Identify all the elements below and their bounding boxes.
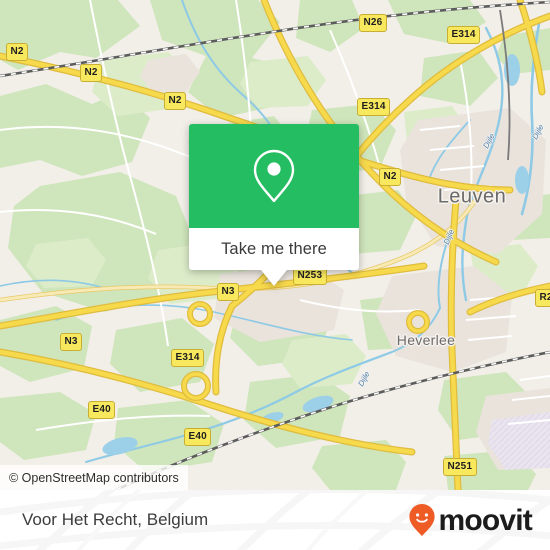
- moovit-smiley-pin-icon: [409, 504, 436, 536]
- road-shield-n2: N2: [164, 92, 187, 110]
- road-shield-n2: N2: [80, 64, 103, 82]
- road-shield-e40: E40: [88, 401, 116, 419]
- callout-pointer: [261, 270, 287, 286]
- map-place-leuven: Leuven: [437, 185, 507, 208]
- road-shield-e314: E314: [447, 26, 481, 44]
- moovit-logo[interactable]: moovit: [408, 503, 533, 537]
- take-me-there-label: Take me there: [221, 239, 327, 258]
- location-callout-card[interactable]: Take me there: [189, 124, 359, 286]
- map-canvas[interactable]: Leuven Heverlee Dijle Dijle Dijle Dijle …: [0, 0, 550, 490]
- screenshot-root: Leuven Heverlee Dijle Dijle Dijle Dijle …: [0, 0, 550, 550]
- road-shield-n3: N3: [60, 333, 83, 351]
- osm-attribution-text: © OpenStreetMap contributors: [9, 470, 179, 485]
- road-shield-n26: N26: [359, 14, 387, 32]
- map-pin-icon: [253, 149, 295, 203]
- footer-bar: Voor Het Recht, Belgium moovit: [0, 490, 550, 550]
- road-shield-n2: N2: [6, 43, 29, 61]
- take-me-there-button[interactable]: Take me there: [189, 228, 359, 270]
- road-shield-e314: E314: [171, 349, 205, 367]
- osm-attribution[interactable]: © OpenStreetMap contributors: [0, 465, 188, 490]
- road-shield-n2: N2: [379, 168, 402, 186]
- location-title: Voor Het Recht, Belgium: [22, 510, 209, 529]
- road-shield-n251: N251: [443, 458, 477, 476]
- road-shield-e314: E314: [357, 98, 391, 116]
- map-place-heverlee: Heverlee: [396, 332, 456, 348]
- road-shield-r2: R2: [535, 289, 550, 307]
- callout-pin-area: [189, 124, 359, 228]
- moovit-wordmark: moovit: [438, 504, 532, 537]
- road-shield-n3: N3: [217, 283, 240, 301]
- road-shield-e40: E40: [184, 428, 212, 446]
